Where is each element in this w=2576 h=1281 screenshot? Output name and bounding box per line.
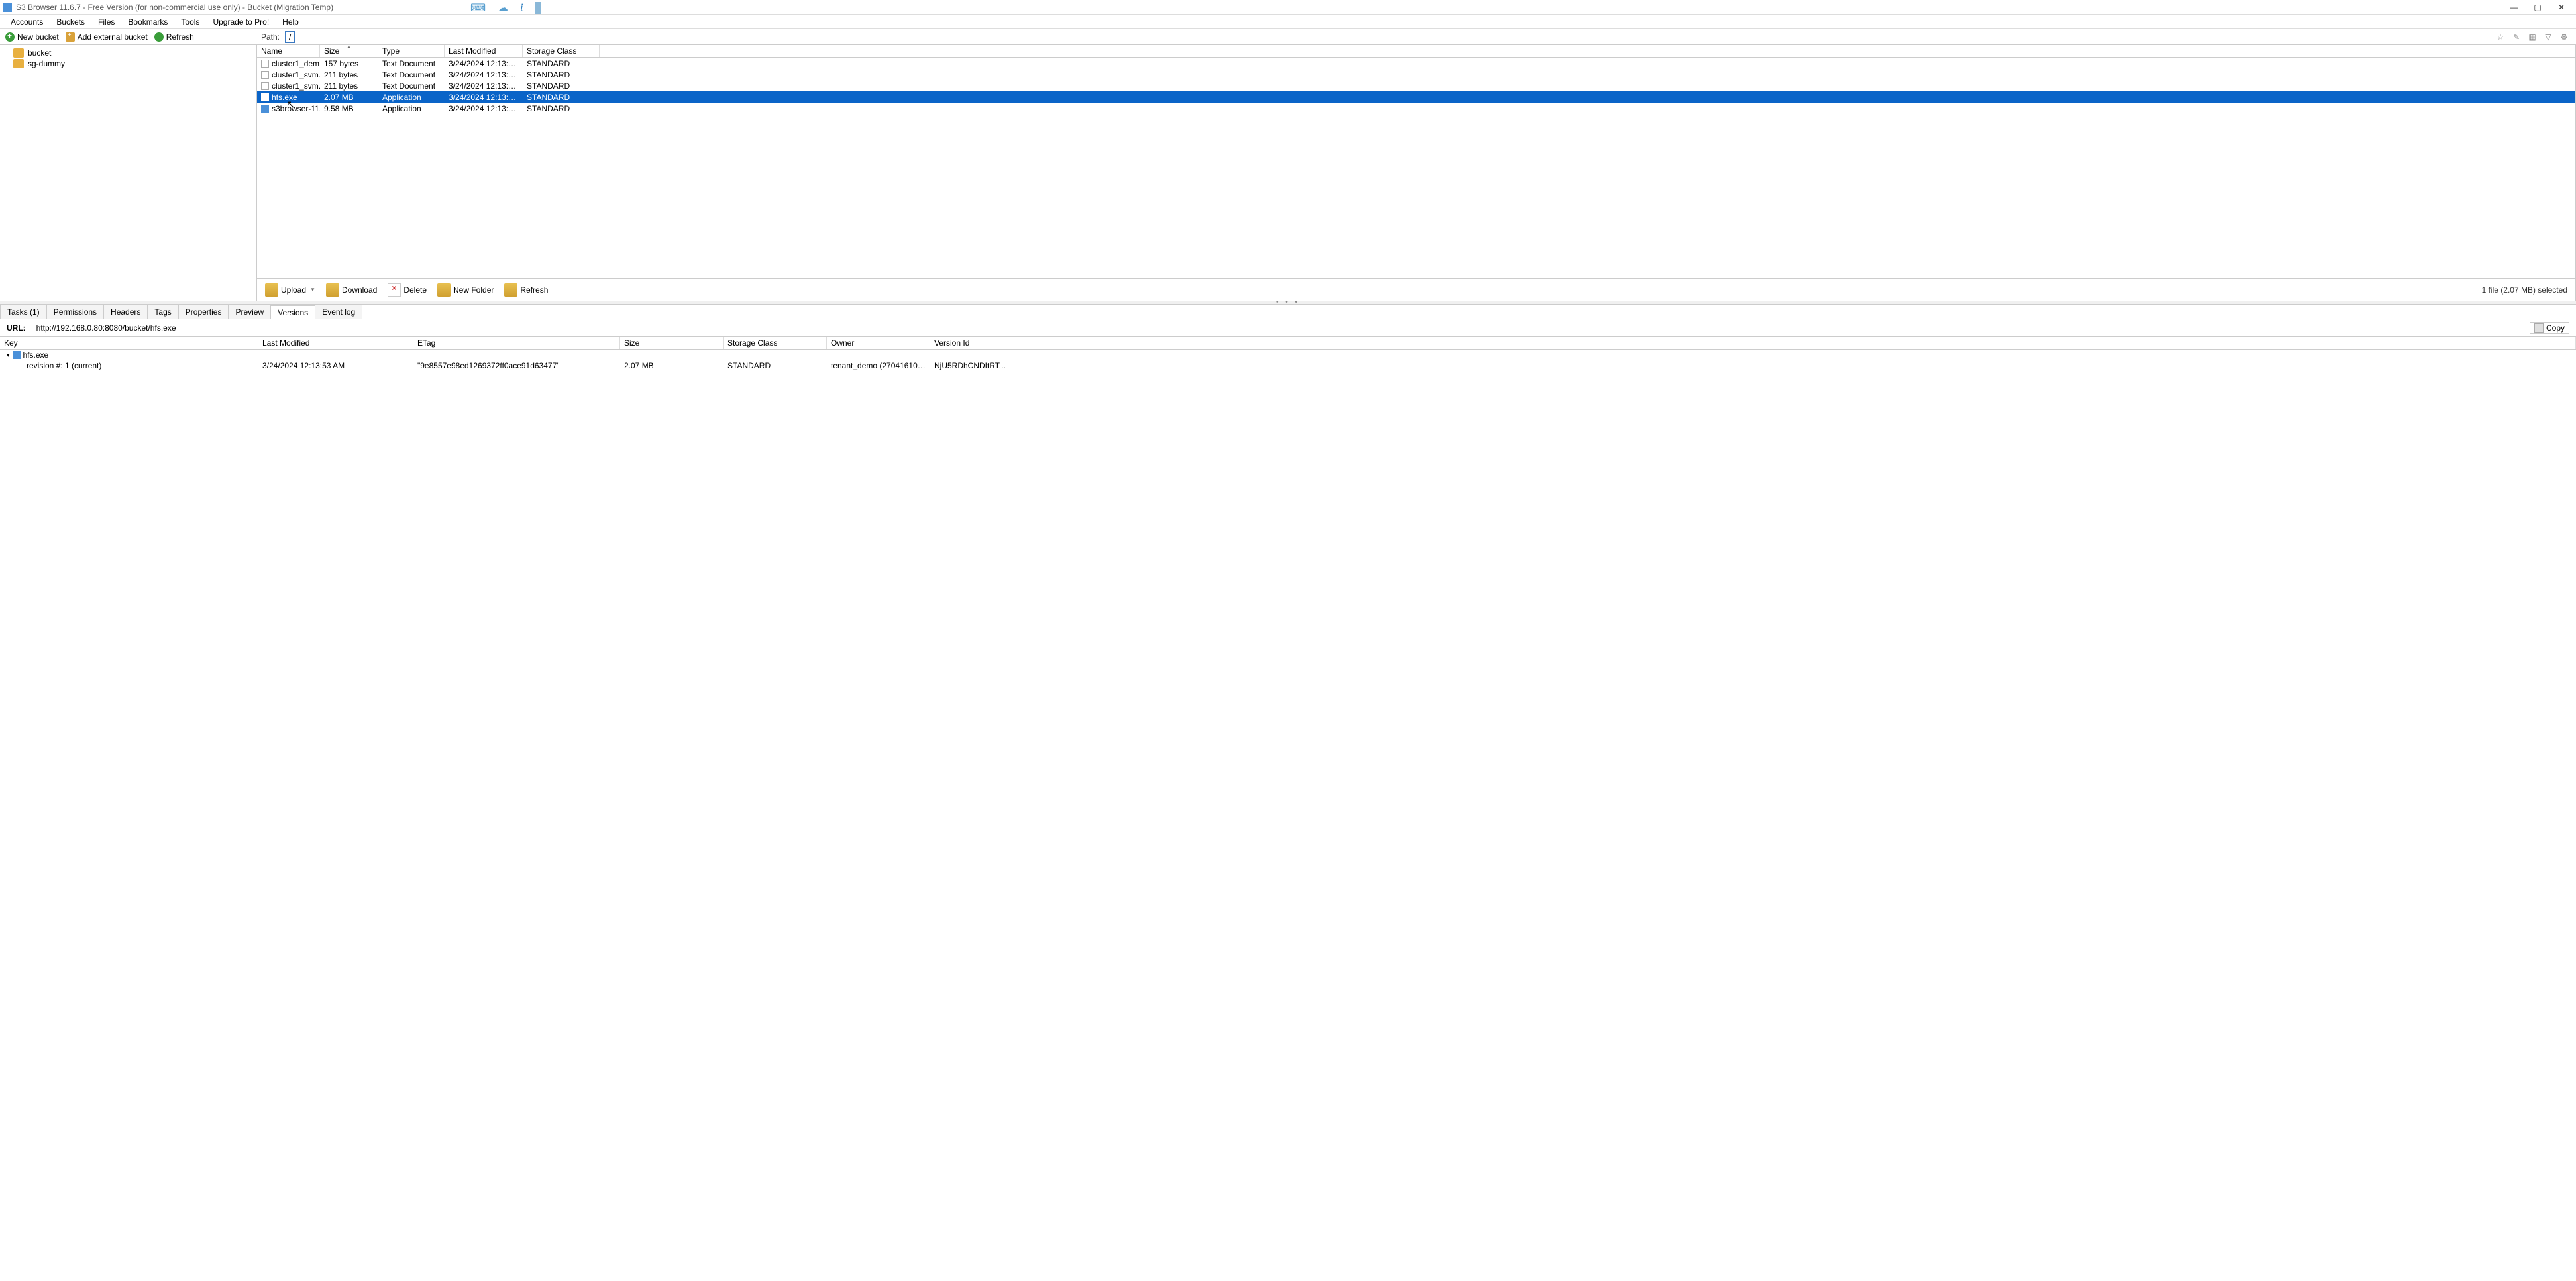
maximize-button[interactable]: ▢ [2526, 1, 2549, 14]
copy-icon [2534, 323, 2544, 333]
vcol-size[interactable]: Size [620, 337, 724, 349]
menu-upgrade[interactable]: Upgrade to Pro! [206, 16, 276, 28]
version-key-row[interactable]: ▾hfs.exe [0, 350, 2576, 360]
col-name[interactable]: Name [257, 45, 320, 57]
versions-list: ▾hfs.exe revision #: 1 (current) 3/24/20… [0, 350, 2576, 371]
window-title: S3 Browser 11.6.7 - Free Version (for no… [16, 3, 333, 12]
download-icon [326, 283, 339, 297]
version-row[interactable]: revision #: 1 (current) 3/24/2024 12:13:… [0, 360, 2576, 371]
upload-icon [265, 283, 278, 297]
filter-icon[interactable]: ▽ [2543, 32, 2553, 42]
menu-accounts[interactable]: Accounts [4, 16, 50, 28]
menu-bar: Accounts Buckets Files Bookmarks Tools U… [0, 15, 2576, 29]
file-list: cluster1_dem...157 bytesText Document3/2… [257, 58, 2575, 278]
upload-button[interactable]: Upload▼ [261, 282, 319, 298]
url-bar: URL: http://192.168.0.80:8080/bucket/hfs… [0, 319, 2576, 337]
vcol-modified[interactable]: Last Modified [258, 337, 413, 349]
file-row[interactable]: hfs.exe2.07 MBApplication3/24/2024 12:13… [257, 91, 2575, 103]
copy-button[interactable]: Copy [2530, 322, 2569, 334]
grid-icon[interactable]: ▦ [2527, 32, 2538, 42]
vcol-class[interactable]: Storage Class [724, 337, 827, 349]
bucket-icon [13, 48, 24, 58]
vcol-key[interactable]: Key [0, 337, 258, 349]
file-row[interactable]: cluster1_svm...211 bytesText Document3/2… [257, 80, 2575, 91]
path-label: Path: [261, 32, 280, 42]
tab-tags[interactable]: Tags [147, 305, 178, 319]
versions-header: Key Last Modified ETag Size Storage Clas… [0, 337, 2576, 350]
exe-icon [261, 93, 269, 101]
col-type[interactable]: Type [378, 45, 445, 57]
upgrade-bar-icon[interactable] [535, 2, 541, 14]
file-row[interactable]: s3browser-11...9.58 MBApplication3/24/20… [257, 103, 2575, 114]
path-input[interactable]: / [285, 31, 295, 43]
url-value[interactable]: http://192.168.0.80:8080/bucket/hfs.exe [36, 323, 2519, 333]
app-icon [3, 3, 12, 12]
info-icon[interactable]: i [520, 2, 523, 14]
cloud-icon[interactable]: ☁ [498, 1, 508, 15]
tab-properties[interactable]: Properties [178, 305, 229, 319]
document-icon [261, 82, 269, 90]
refresh-files-button[interactable]: Refresh [500, 282, 552, 298]
sort-asc-icon: ▲ [347, 44, 352, 50]
action-bar: Upload▼ Download Delete New Folder Refre… [257, 278, 2575, 301]
add-icon [66, 32, 75, 42]
vcol-owner[interactable]: Owner [827, 337, 930, 349]
col-modified[interactable]: Last Modified [445, 45, 523, 57]
refresh-icon [154, 32, 164, 42]
close-button[interactable]: ✕ [2549, 1, 2573, 14]
document-icon [261, 60, 269, 68]
tab-permissions[interactable]: Permissions [46, 305, 104, 319]
add-external-bucket-button[interactable]: Add external bucket [63, 31, 150, 43]
new-folder-button[interactable]: New Folder [433, 282, 498, 298]
menu-files[interactable]: Files [91, 16, 121, 28]
tab-versions[interactable]: Versions [270, 305, 315, 319]
vcol-version[interactable]: Version Id [930, 337, 2576, 349]
file-row[interactable]: cluster1_svm...211 bytesText Document3/2… [257, 69, 2575, 80]
col-storage-class[interactable]: Storage Class [523, 45, 600, 57]
plus-icon [5, 32, 15, 42]
delete-button[interactable]: Delete [384, 282, 431, 298]
menu-tools[interactable]: Tools [174, 16, 206, 28]
selection-status: 1 file (2.07 MB) selected [2482, 285, 2571, 295]
folder-icon [437, 283, 451, 297]
vcol-etag[interactable]: ETag [413, 337, 620, 349]
download-button[interactable]: Download [322, 282, 381, 298]
exe-icon [13, 351, 21, 359]
new-bucket-button[interactable]: New bucket [3, 31, 62, 43]
star-icon[interactable]: ☆ [2495, 32, 2506, 42]
tab-tasks-1-[interactable]: Tasks (1) [0, 305, 47, 319]
menu-bookmarks[interactable]: Bookmarks [121, 16, 174, 28]
menu-buckets[interactable]: Buckets [50, 16, 91, 28]
bucket-item[interactable]: bucket [5, 48, 251, 58]
menu-help[interactable]: Help [276, 16, 305, 28]
tab-preview[interactable]: Preview [228, 305, 271, 319]
bucket-tree: bucket sg-dummy [0, 45, 257, 301]
col-size[interactable]: ▲Size [320, 45, 378, 57]
tab-event-log[interactable]: Event log [315, 305, 362, 319]
tab-headers[interactable]: Headers [103, 305, 148, 319]
file-list-header: Name ▲Size Type Last Modified Storage Cl… [257, 45, 2575, 58]
horizontal-splitter[interactable] [0, 301, 2576, 305]
refresh-icon [504, 283, 517, 297]
file-row[interactable]: cluster1_dem...157 bytesText Document3/2… [257, 58, 2575, 69]
gear-icon[interactable]: ⚙ [2559, 32, 2569, 42]
dropdown-icon: ▼ [310, 287, 315, 293]
minimize-button[interactable]: — [2502, 1, 2526, 14]
url-label: URL: [7, 323, 26, 333]
titlebar-center-icons: ⌨ ☁ i [470, 1, 541, 15]
bucket-item[interactable]: sg-dummy [5, 58, 251, 69]
tree-toggle-icon[interactable]: ▾ [7, 352, 10, 359]
exe-icon [261, 105, 269, 113]
bucket-icon [13, 59, 24, 68]
toolbar: New bucket Add external bucket Refresh P… [0, 29, 2576, 45]
refresh-button[interactable]: Refresh [152, 31, 197, 43]
keyboard-icon[interactable]: ⌨ [470, 1, 486, 15]
bottom-tabs: Tasks (1)PermissionsHeadersTagsPropertie… [0, 305, 2576, 319]
document-icon [261, 71, 269, 79]
delete-icon [388, 283, 401, 297]
pencil-icon[interactable]: ✎ [2511, 32, 2522, 42]
title-bar: S3 Browser 11.6.7 - Free Version (for no… [0, 0, 2576, 15]
